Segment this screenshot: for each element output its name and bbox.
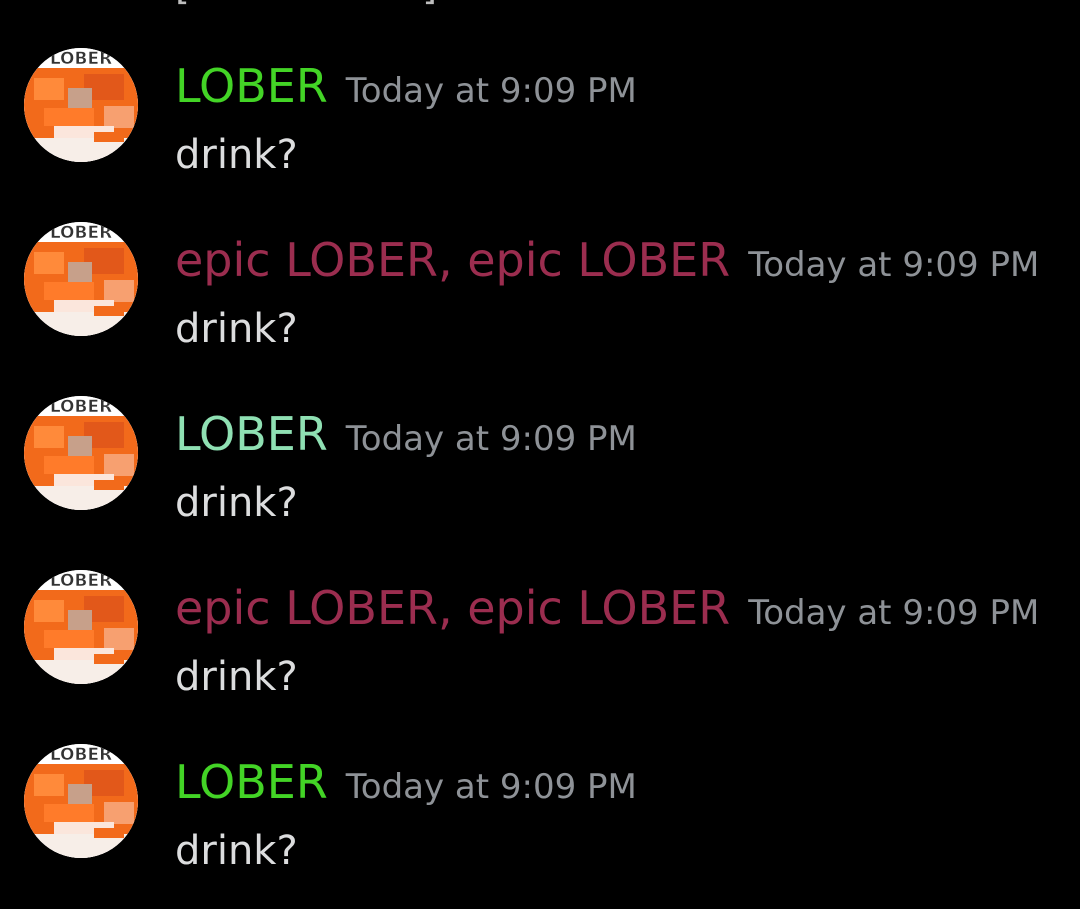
timestamp: Today at 9:09 PM [748, 593, 1040, 633]
avatar[interactable]: LOBER [24, 744, 138, 858]
message-header: LOBER Today at 9:09 PM [175, 58, 637, 114]
lobster-avatar-icon: LOBER [24, 396, 138, 510]
lobster-avatar-icon: LOBER [24, 48, 138, 162]
avatar-text: LOBER [50, 745, 112, 765]
author-name[interactable]: epic LOBER, epic LOBER [175, 232, 730, 288]
message-item[interactable]: LOBER LOBER Today at 9:09 PM drink? [0, 48, 1080, 188]
message-header: LOBER Today at 9:09 PM [175, 406, 637, 462]
message-content: drink? [175, 306, 298, 352]
lobster-avatar-icon: LOBER [24, 744, 138, 858]
message-content: drink? [175, 828, 298, 874]
avatar-text: LOBER [50, 49, 112, 69]
timestamp: Today at 9:09 PM [345, 767, 637, 807]
avatar-text: LOBER [50, 223, 112, 243]
message-item[interactable]: LOBER epic LOBER, epic LOBER Today at 9:0… [0, 222, 1080, 362]
message-header: LOBER Today at 9:09 PM [175, 754, 637, 810]
avatar-text: LOBER [50, 397, 112, 417]
previous-message-remnant: [ — — — — ] [175, 0, 439, 6]
avatar[interactable]: LOBER [24, 222, 138, 336]
timestamp: Today at 9:09 PM [748, 245, 1040, 285]
message-item[interactable]: LOBER LOBER Today at 9:09 PM drink? [0, 744, 1080, 884]
avatar[interactable]: LOBER [24, 48, 138, 162]
author-name[interactable]: LOBER [175, 58, 328, 114]
message-content: drink? [175, 480, 298, 526]
message-header: epic LOBER, epic LOBER Today at 9:09 PM [175, 580, 1039, 636]
author-name[interactable]: LOBER [175, 754, 328, 810]
avatar[interactable]: LOBER [24, 570, 138, 684]
author-name[interactable]: LOBER [175, 406, 328, 462]
author-name[interactable]: epic LOBER, epic LOBER [175, 580, 730, 636]
message-item[interactable]: LOBER LOBER Today at 9:09 PM drink? [0, 396, 1080, 536]
message-content: drink? [175, 132, 298, 178]
lobster-avatar-icon: LOBER [24, 570, 138, 684]
message-item[interactable]: LOBER epic LOBER, epic LOBER Today at 9:0… [0, 570, 1080, 710]
avatar-text: LOBER [50, 571, 112, 591]
message-header: epic LOBER, epic LOBER Today at 9:09 PM [175, 232, 1039, 288]
message-content: drink? [175, 654, 298, 700]
avatar[interactable]: LOBER [24, 396, 138, 510]
timestamp: Today at 9:09 PM [345, 71, 637, 111]
lobster-avatar-icon: LOBER [24, 222, 138, 336]
timestamp: Today at 9:09 PM [345, 419, 637, 459]
